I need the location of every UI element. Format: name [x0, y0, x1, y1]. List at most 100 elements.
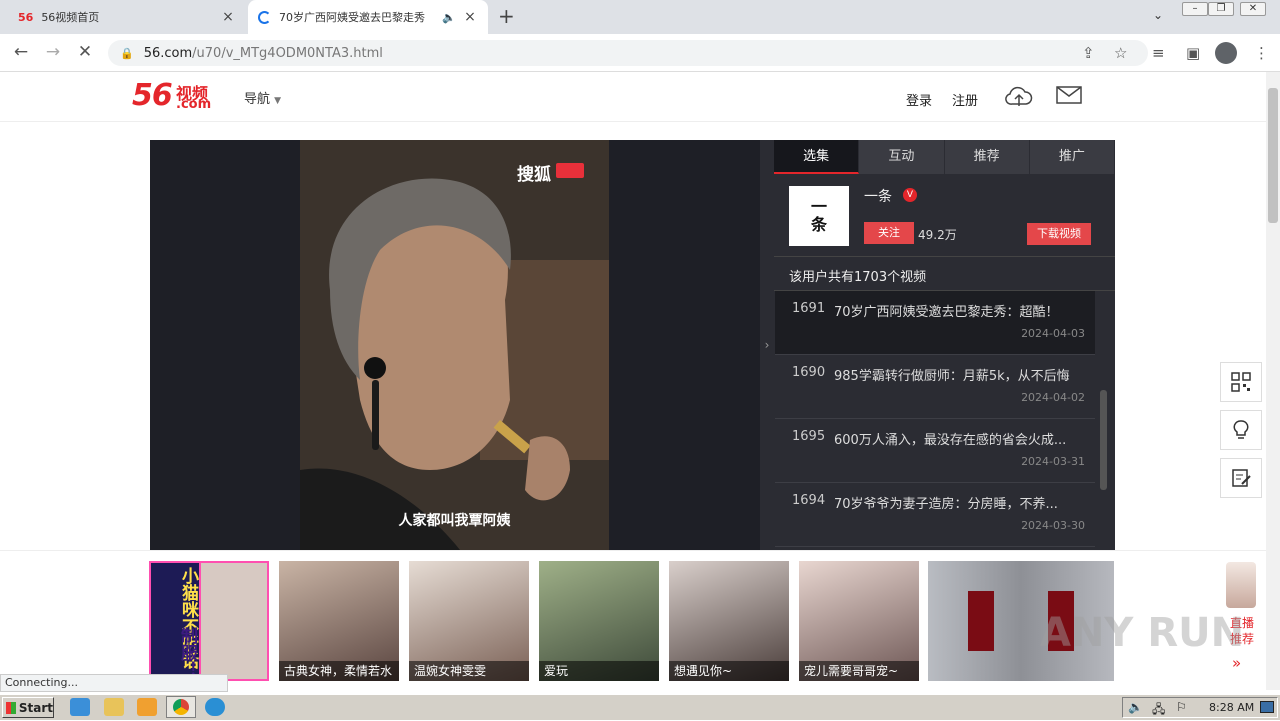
live-avatar[interactable]: [1226, 562, 1256, 608]
collapse-panel-button[interactable]: ›: [760, 140, 774, 550]
tab-episodes[interactable]: 选集: [774, 140, 860, 174]
tab-title: 70岁广西阿姨受邀去巴黎走秀: [279, 11, 425, 24]
system-tray: [1122, 697, 1278, 718]
mail-icon[interactable]: [1055, 84, 1085, 110]
loading-spinner-icon: [258, 10, 271, 24]
tab-promote[interactable]: 推广: [1029, 140, 1115, 174]
flag-icon[interactable]: ⚐: [1176, 700, 1187, 714]
close-window-icon[interactable]: ✕: [1240, 2, 1266, 16]
clock: 8:28 AM: [1209, 701, 1255, 714]
share-icon[interactable]: ⇪: [1082, 44, 1095, 62]
tab-recommend[interactable]: 推荐: [944, 140, 1030, 174]
thumb-caption: 爱玩: [539, 661, 659, 681]
tab-interact[interactable]: 互动: [859, 140, 945, 174]
ie-icon[interactable]: [70, 698, 90, 716]
panel-scrollbar[interactable]: [1100, 390, 1107, 490]
video-frame[interactable]: [300, 140, 609, 550]
lightbulb-icon[interactable]: [1220, 410, 1262, 450]
feedback-edit-icon[interactable]: [1220, 458, 1262, 498]
follow-button[interactable]: 关注: [864, 222, 914, 244]
thumb-caption: 古典女神，柔情若水: [279, 661, 399, 681]
ad-text: 制服！: [177, 627, 197, 678]
episode-title: 70岁广西阿姨受邀去巴黎走秀：超酷！: [834, 305, 1059, 320]
show-desktop-icon[interactable]: [1260, 701, 1274, 713]
divider: [774, 256, 1115, 257]
start-button[interactable]: Start: [2, 697, 54, 718]
media-player-icon[interactable]: [137, 698, 157, 716]
start-label: Start: [18, 700, 53, 715]
live-thumb[interactable]: 想遇见你~: [669, 561, 789, 681]
profile-avatar-icon[interactable]: [1215, 42, 1237, 64]
avatar-text: 条: [810, 215, 827, 234]
episode-title: 70岁爷爷为妻子造房：分房睡，不养...: [834, 497, 1058, 512]
media-queue-icon[interactable]: ≡: [1152, 44, 1165, 62]
back-icon[interactable]: ←: [10, 42, 32, 62]
nav-label: 导航: [244, 92, 271, 107]
close-tab-icon[interactable]: ×: [220, 9, 236, 25]
episode-item[interactable]: 1694 70岁爷爷为妻子造房：分房睡，不养... 2024-03-30: [775, 483, 1095, 547]
thumb-caption: 温婉女神雯雯: [409, 661, 529, 681]
episode-date: 2024-03-30: [1021, 519, 1085, 532]
url-host: 56.com: [143, 45, 193, 61]
live-thumb[interactable]: 宠儿需要哥哥宠~: [799, 561, 919, 681]
live-thumb[interactable]: 温婉女神雯雯: [409, 561, 529, 681]
chevron-down-icon[interactable]: ⌄: [1153, 8, 1163, 22]
audio-playing-icon[interactable]: 🔈: [442, 11, 456, 24]
episode-number: 1691: [792, 301, 826, 316]
volume-icon[interactable]: 🔈: [1128, 700, 1143, 714]
thumb-caption: 想遇见你~: [669, 661, 789, 681]
live-thumb[interactable]: 爱玩: [539, 561, 659, 681]
address-bar[interactable]: 🔒 56.com /u70/v_MTg4ODM0NTA3.html: [108, 40, 1148, 66]
episode-date: 2024-04-03: [1021, 327, 1085, 340]
episode-item[interactable]: 1695 600万人涌入，最没存在感的省会火成... 2024-03-31: [775, 419, 1095, 483]
tab-current-video[interactable]: 70岁广西阿姨受邀去巴黎走秀 🔈 ×: [248, 0, 488, 34]
episode-date: 2024-04-02: [1021, 391, 1085, 404]
download-button[interactable]: 下载视频: [1027, 223, 1091, 245]
panel-tabs: 选集 互动 推荐 推广: [774, 140, 1115, 174]
sohu-badge: [556, 163, 584, 178]
lock-icon: 🔒: [120, 46, 134, 60]
anyrun-watermark: ANY RUN: [1040, 610, 1245, 656]
episode-item[interactable]: 1690 985学霸转行做厨师：月薪5k，从不后悔 2024-04-02: [775, 355, 1095, 419]
kebab-menu-icon[interactable]: ⋮: [1254, 44, 1269, 62]
network-icon[interactable]: 🖧: [1152, 700, 1165, 721]
qr-code-icon[interactable]: [1220, 362, 1262, 402]
bookmark-star-icon[interactable]: ☆: [1114, 44, 1127, 62]
site-logo[interactable]: 56: [132, 78, 173, 113]
double-chevron-right-icon[interactable]: »: [1232, 654, 1241, 672]
restore-icon[interactable]: ❐: [1208, 2, 1234, 16]
chrome-taskbar-button[interactable]: [166, 696, 196, 718]
ad-tile-cat[interactable]: 小猫咪不听话 制服！: [149, 561, 269, 681]
live-thumb[interactable]: 古典女神，柔情若水: [279, 561, 399, 681]
video-subtitle: 人家都叫我覃阿姨: [398, 513, 511, 529]
channel-avatar[interactable]: 一 条: [789, 186, 849, 246]
explorer-folder-icon[interactable]: [104, 698, 124, 716]
logo-domain: .com: [176, 97, 212, 112]
login-link[interactable]: 登录: [906, 90, 932, 109]
fan-count: 49.2万: [918, 228, 957, 242]
edge-icon[interactable]: [205, 698, 225, 716]
channel-name[interactable]: 一条: [864, 186, 892, 206]
url-path: /u70/v_MTg4ODM0NTA3.html: [192, 45, 383, 61]
minimize-icon[interactable]: –: [1182, 2, 1208, 16]
tab-title: 56视频首页: [41, 11, 100, 24]
side-panel-icon[interactable]: ▣: [1186, 44, 1200, 62]
chevron-right-icon: ›: [764, 338, 770, 352]
forward-icon[interactable]: →: [42, 42, 64, 62]
stop-loading-icon[interactable]: ✕: [74, 42, 96, 62]
thumb-caption: 宠儿需要哥哥宠~: [799, 661, 919, 681]
episode-item[interactable]: 1691 70岁广西阿姨受邀去巴黎走秀：超酷！ 2024-04-03: [775, 291, 1095, 355]
episode-date: 2024-03-31: [1021, 455, 1085, 468]
episode-title: 600万人涌入，最没存在感的省会火成...: [834, 433, 1067, 448]
register-link[interactable]: 注册: [952, 90, 978, 109]
verified-icon: V: [903, 188, 917, 202]
caret-down-icon: ▼: [274, 96, 282, 106]
nav-dropdown[interactable]: 导航 ▼: [244, 88, 281, 107]
scrollbar-thumb[interactable]: [1268, 88, 1278, 223]
avatar-text: 一: [810, 197, 827, 216]
close-tab-icon[interactable]: ×: [462, 9, 478, 25]
episode-title: 985学霸转行做厨师：月薪5k，从不后悔: [834, 369, 1070, 384]
upload-cloud-icon[interactable]: [1004, 84, 1034, 110]
tab-56-home[interactable]: 56 56视频首页 ×: [8, 0, 246, 34]
new-tab-icon[interactable]: +: [498, 4, 515, 28]
